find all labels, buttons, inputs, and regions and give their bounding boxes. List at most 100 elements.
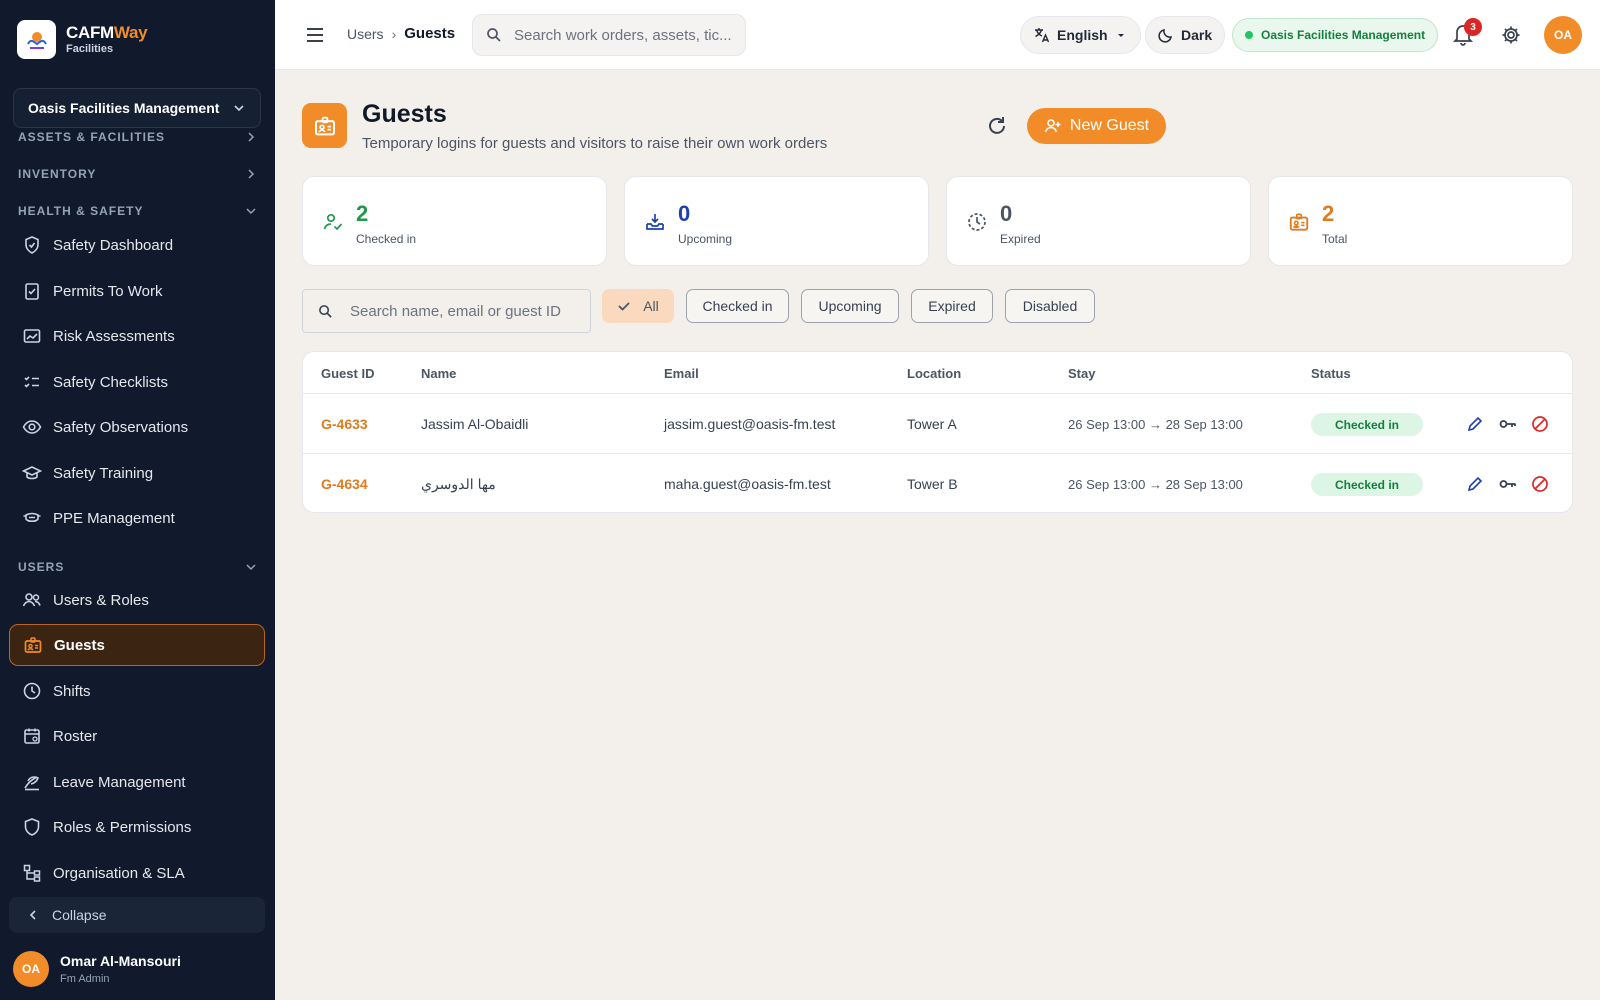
new-guest-button[interactable]: New Guest <box>1027 108 1166 144</box>
sidebar-item-safety-training[interactable]: Safety Training <box>9 452 265 494</box>
column-header-location[interactable]: Location <box>907 366 961 381</box>
page-badge-icon <box>302 103 347 148</box>
filter-chip-checked-in[interactable]: Checked in <box>686 289 789 323</box>
chevron-right-icon <box>248 132 255 142</box>
filter-chip-label: All <box>643 298 659 314</box>
guest-stay: 26 Sep 13:00 → 28 Sep 13:00 <box>1068 417 1243 432</box>
sidebar-item-label: PPE Management <box>53 509 175 527</box>
edit-icon[interactable] <box>1466 475 1484 493</box>
section-health-safety[interactable]: HEALTH & SAFETY <box>18 201 257 221</box>
search-icon <box>319 304 332 318</box>
column-header-status[interactable]: Status <box>1311 366 1351 381</box>
shield-icon <box>24 818 40 836</box>
sidebar-item-safety-observations[interactable]: Safety Observations <box>9 406 265 448</box>
sidebar-item-shifts[interactable]: Shifts <box>9 670 265 712</box>
status-badge: Checked in <box>1311 473 1423 496</box>
sidebar-item-leave[interactable]: Leave Management <box>9 761 265 803</box>
sidebar-item-label: Safety Training <box>53 464 154 482</box>
org-selector-value: Oasis Facilities Management <box>28 100 220 116</box>
org-selector[interactable]: Oasis Facilities Management <box>13 88 261 128</box>
breadcrumb-users[interactable]: Users <box>347 26 384 42</box>
checklist-icon <box>24 376 39 388</box>
guest-search-input[interactable]: Search name, email or guest ID <box>350 303 561 320</box>
global-search-input[interactable]: Search work orders, assets, tic... <box>514 27 732 44</box>
badge-icon <box>1289 213 1309 231</box>
caret-down-icon <box>1117 34 1124 37</box>
filter-chip-expired[interactable]: Expired <box>911 289 993 323</box>
filter-chip-label: Checked in <box>702 298 773 314</box>
guest-location: Tower B <box>907 476 958 492</box>
sidebar-user[interactable]: OA Omar Al-Mansouri Fm Admin <box>13 951 181 987</box>
chevron-left-icon <box>29 910 36 920</box>
brand-subtitle: Facilities <box>66 43 114 55</box>
new-guest-label: New Guest <box>1069 117 1150 134</box>
chevron-right-icon <box>248 169 255 179</box>
section-inventory[interactable]: INVENTORY <box>18 164 257 184</box>
guest-email: maha.guest@oasis-fm.test <box>664 476 831 492</box>
key-icon[interactable] <box>1498 475 1518 493</box>
stat-value: 0 <box>1000 201 1013 226</box>
key-icon[interactable] <box>1498 415 1518 433</box>
brand-logo-icon <box>17 20 56 59</box>
eye-icon <box>22 420 42 434</box>
refresh-icon[interactable] <box>985 114 1009 138</box>
disable-icon[interactable] <box>1531 475 1549 493</box>
avatar[interactable]: OA <box>1544 16 1582 54</box>
sidebar-item-risk-assessments[interactable]: Risk Assessments <box>9 315 265 357</box>
section-health-label: HEALTH & SAFETY <box>18 204 144 218</box>
guest-id-link[interactable]: G-4634 <box>321 476 368 492</box>
section-assets-label: ASSETS & FACILITIES <box>18 130 166 144</box>
sidebar-item-label: Safety Checklists <box>53 373 169 391</box>
stat-value: 2 <box>1322 201 1335 226</box>
sidebar-item-roles-permissions[interactable]: Roles & Permissions <box>9 806 265 848</box>
column-header-email[interactable]: Email <box>664 366 699 381</box>
filter-chip-all[interactable]: All <box>602 289 674 323</box>
stat-card-total: 2 Total <box>1268 176 1573 266</box>
menu-icon[interactable] <box>304 24 326 46</box>
sidebar-item-label: Safety Dashboard <box>53 236 174 254</box>
edit-icon[interactable] <box>1466 415 1484 433</box>
guest-stay: 26 Sep 13:00 → 28 Sep 13:00 <box>1068 477 1243 492</box>
sidebar-item-safety-dashboard[interactable]: Safety Dashboard <box>9 224 265 266</box>
sidebar-item-guests[interactable]: Guests <box>9 624 265 666</box>
brand[interactable]: CAFMWay Facilities <box>17 20 148 59</box>
guest-name: مها الدوسري <box>421 476 496 492</box>
chart-card-icon <box>23 329 41 343</box>
sidebar-item-roster[interactable]: Roster <box>9 715 265 757</box>
sidebar-item-organisation-sla[interactable]: Organisation & SLA <box>9 852 265 890</box>
org-status-pill[interactable]: Oasis Facilities Management <box>1232 18 1439 52</box>
column-header-stay[interactable]: Stay <box>1068 366 1095 381</box>
gear-icon[interactable] <box>1500 24 1522 46</box>
notification-badge: 3 <box>1464 18 1482 36</box>
sidebar-item-permits[interactable]: Permits To Work <box>9 270 265 312</box>
theme-toggle[interactable]: Dark <box>1145 16 1226 54</box>
sidebar-item-users-roles[interactable]: Users & Roles <box>9 579 265 621</box>
sidebar-item-label: Risk Assessments <box>53 327 175 345</box>
filter-chip-disabled[interactable]: Disabled <box>1005 289 1095 323</box>
breadcrumb: Users › Guests <box>347 25 455 42</box>
status-dot-icon <box>1245 31 1253 39</box>
users-icon <box>22 593 41 607</box>
collapse-button[interactable]: Collapse <box>9 897 265 933</box>
filter-chip-upcoming[interactable]: Upcoming <box>801 289 899 323</box>
guest-search[interactable]: Search name, email or guest ID <box>302 289 591 333</box>
leave-icon <box>24 776 39 791</box>
sidebar-item-ppe[interactable]: PPE Management <box>9 497 265 539</box>
section-users[interactable]: USERS <box>18 557 257 577</box>
language-selector[interactable]: English <box>1020 16 1141 54</box>
column-header-name[interactable]: Name <box>421 366 456 381</box>
avatar: OA <box>13 951 49 987</box>
sidebar-item-label: Permits To Work <box>53 282 163 300</box>
section-assets[interactable]: ASSETS & FACILITIES <box>18 130 257 147</box>
global-search[interactable]: Search work orders, assets, tic... <box>472 14 746 56</box>
column-header-guest-id[interactable]: Guest ID <box>321 366 374 381</box>
stat-value: 2 <box>356 201 369 226</box>
org-chart-icon <box>23 864 41 882</box>
disable-icon[interactable] <box>1531 415 1549 433</box>
guest-id-link[interactable]: G-4633 <box>321 416 368 432</box>
sidebar-item-safety-checklists[interactable]: Safety Checklists <box>9 361 265 403</box>
inbox-arrival-icon <box>646 214 664 230</box>
chevron-down-icon <box>234 105 244 112</box>
status-badge: Checked in <box>1311 413 1423 436</box>
sidebar: CAFMWay Facilities Oasis Facilities Mana… <box>0 0 275 1000</box>
